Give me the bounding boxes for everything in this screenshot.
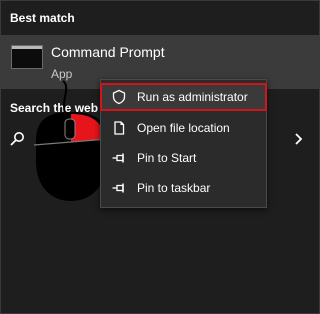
best-match-header: Best match bbox=[10, 11, 75, 25]
search-icon bbox=[9, 131, 25, 152]
menu-item-label: Pin to taskbar bbox=[137, 181, 211, 195]
menu-item-label: Open file location bbox=[137, 121, 230, 135]
shield-icon bbox=[111, 89, 127, 108]
command-prompt-icon bbox=[11, 45, 43, 69]
file-icon bbox=[111, 120, 127, 139]
menu-item-open-file-location[interactable]: Open file location bbox=[101, 115, 266, 141]
start-search-panel: Best match Command Prompt App Search the… bbox=[0, 0, 320, 314]
chevron-right-icon[interactable] bbox=[294, 132, 304, 151]
context-menu: Run as administrator Open file location … bbox=[100, 79, 267, 208]
menu-item-run-as-administrator[interactable]: Run as administrator bbox=[100, 83, 267, 111]
pin-icon bbox=[111, 180, 127, 199]
menu-item-pin-to-taskbar[interactable]: Pin to taskbar bbox=[101, 175, 266, 201]
app-name: Command Prompt bbox=[51, 44, 165, 60]
menu-item-label: Pin to Start bbox=[137, 151, 197, 165]
pin-icon bbox=[111, 150, 127, 169]
menu-item-label: Run as administrator bbox=[137, 90, 248, 104]
mouse-illustration bbox=[33, 80, 109, 201]
menu-item-pin-to-start[interactable]: Pin to Start bbox=[101, 145, 266, 171]
